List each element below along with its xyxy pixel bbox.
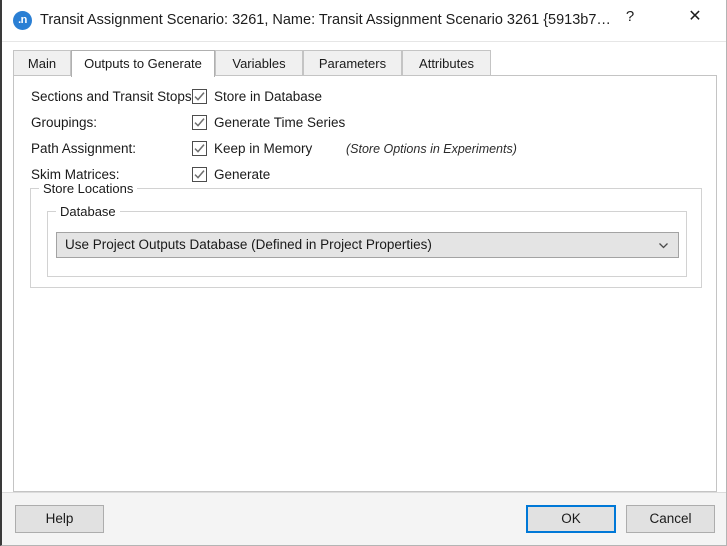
tab-variables[interactable]: Variables bbox=[215, 50, 303, 75]
option-note: (Store Options in Experiments) bbox=[346, 142, 517, 156]
ok-button[interactable]: OK bbox=[526, 505, 616, 533]
option-label: Sections and Transit Stops: bbox=[31, 89, 196, 104]
dialog-footer: Help OK Cancel bbox=[2, 492, 726, 545]
option-label: Path Assignment: bbox=[31, 141, 137, 156]
option-label: Groupings: bbox=[31, 115, 98, 130]
store-locations-group-title: Store Locations bbox=[39, 181, 138, 196]
cancel-button[interactable]: Cancel bbox=[626, 505, 715, 533]
database-select-value: Use Project Outputs Database (Defined in… bbox=[65, 237, 432, 252]
checkbox-label[interactable]: Generate bbox=[214, 164, 270, 186]
dialog-window: .n Transit Assignment Scenario: 3261, Na… bbox=[0, 0, 727, 546]
tab-attributes[interactable]: Attributes bbox=[402, 50, 491, 75]
title-bar: .n Transit Assignment Scenario: 3261, Na… bbox=[2, 0, 726, 42]
tab-main[interactable]: Main bbox=[13, 50, 71, 75]
database-group: Database Use Project Outputs Database (D… bbox=[47, 204, 687, 277]
help-button[interactable]: Help bbox=[15, 505, 104, 533]
chevron-down-icon bbox=[657, 239, 670, 252]
tab-page-outputs-to-generate: Sections and Transit Stops: Store in Data… bbox=[13, 75, 717, 492]
option-row: Sections and Transit Stops: Store in Data… bbox=[14, 86, 716, 108]
database-select[interactable]: Use Project Outputs Database (Defined in… bbox=[56, 232, 679, 258]
store-locations-group: Store Locations Database Use Project Out… bbox=[30, 181, 702, 288]
checkbox-generate[interactable] bbox=[192, 167, 207, 182]
option-row: Groupings: Generate Time Series bbox=[14, 112, 716, 134]
checkbox-label[interactable]: Store in Database bbox=[214, 86, 322, 108]
window-title: Transit Assignment Scenario: 3261, Name:… bbox=[40, 12, 611, 28]
tab-parameters[interactable]: Parameters bbox=[303, 50, 402, 75]
app-icon: .n bbox=[13, 11, 32, 30]
tab-strip: Main Outputs to Generate Variables Paramete… bbox=[13, 50, 715, 77]
database-group-title: Database bbox=[56, 204, 120, 219]
checkbox-label[interactable]: Generate Time Series bbox=[214, 112, 345, 134]
checkbox-label[interactable]: Keep in Memory bbox=[214, 138, 312, 160]
option-row: Path Assignment: Keep in Memory (Store Opt… bbox=[14, 138, 716, 160]
close-icon[interactable]: ✕ bbox=[672, 0, 718, 33]
checkbox-generate-time-series[interactable] bbox=[192, 115, 207, 130]
checkbox-store-in-database[interactable] bbox=[192, 89, 207, 104]
help-titlebar-button[interactable]: ? bbox=[607, 0, 653, 33]
checkbox-keep-in-memory[interactable] bbox=[192, 141, 207, 156]
tab-outputs-to-generate[interactable]: Outputs to Generate bbox=[71, 50, 215, 77]
